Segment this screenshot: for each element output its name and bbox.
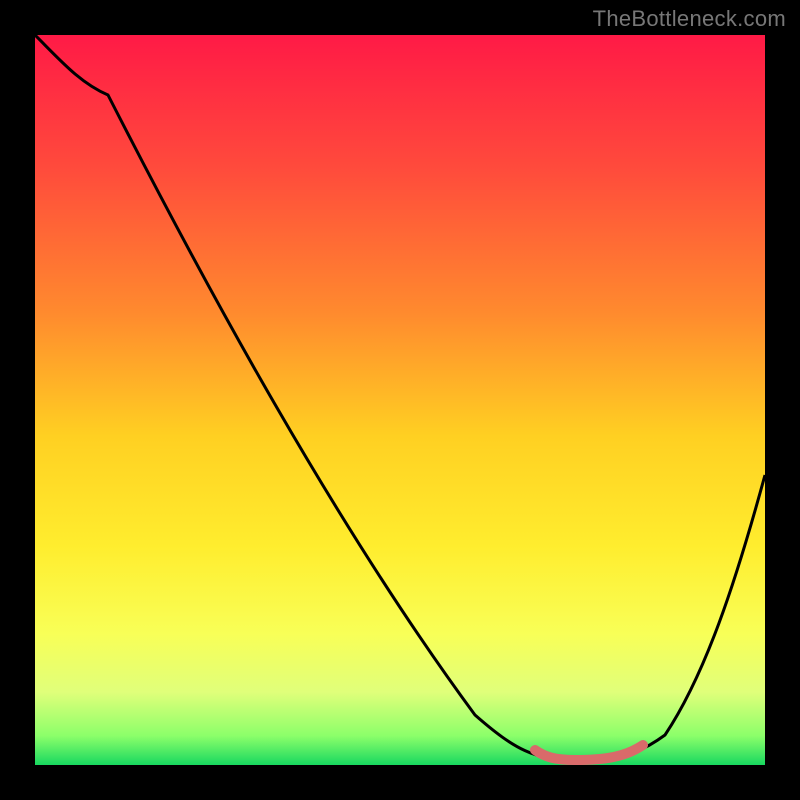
bottleneck-curve (35, 35, 765, 760)
chart-svg (35, 35, 765, 765)
chart-frame: TheBottleneck.com (0, 0, 800, 800)
highlight-segment (535, 745, 643, 760)
watermark-text: TheBottleneck.com (593, 6, 786, 32)
plot-area (35, 35, 765, 765)
